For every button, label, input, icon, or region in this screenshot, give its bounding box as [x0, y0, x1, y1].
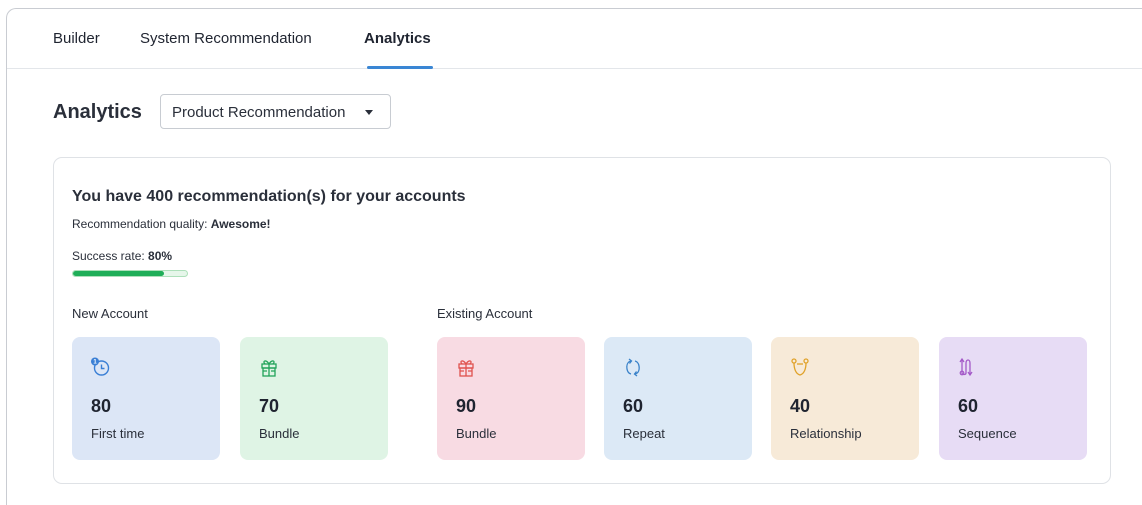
card-value: 60 — [958, 396, 979, 416]
existing-account-label: Existing Account — [437, 306, 533, 321]
card-value: 40 — [790, 396, 811, 416]
card-label: First time — [91, 426, 145, 441]
dropdown-selected-value: Product Recommendation — [172, 104, 346, 121]
recommendation-quality: Recommendation quality: Awesome! — [72, 217, 271, 231]
active-tab-indicator — [367, 66, 433, 69]
success-rate-value: 80% — [148, 249, 173, 263]
recommendation-summary-panel: You have 400 recommendation(s) for your … — [53, 157, 1111, 484]
tab-bar: Builder System Recommendation Analytics — [7, 9, 1142, 69]
clock-first-icon: 1 — [91, 357, 110, 376]
card-existing-bundle[interactable]: 90 Bundle — [437, 337, 585, 460]
card-existing-relationship[interactable]: 40 Relationship — [771, 337, 919, 460]
new-account-label: New Account — [72, 306, 148, 321]
card-label: Bundle — [259, 426, 300, 441]
tab-builder[interactable]: Builder — [53, 30, 100, 47]
analytics-window: Builder System Recommendation Analytics … — [6, 8, 1142, 505]
success-rate-progress-fill — [73, 271, 165, 276]
card-existing-sequence[interactable]: 60 Sequence — [939, 337, 1087, 460]
caret-down-icon — [365, 110, 373, 115]
success-rate: Success rate: 80% — [72, 249, 172, 263]
card-value: 90 — [456, 396, 477, 416]
quality-label: Recommendation quality: — [72, 217, 208, 231]
card-existing-repeat[interactable]: 60 Repeat — [604, 337, 752, 460]
card-label: Relationship — [790, 426, 862, 441]
page-title: Analytics — [53, 101, 142, 123]
card-value: 70 — [259, 396, 280, 416]
gift-icon — [261, 360, 277, 377]
success-rate-label: Success rate: — [72, 249, 145, 263]
card-value: 60 — [623, 396, 644, 416]
card-label: Repeat — [623, 426, 665, 441]
card-value: 80 — [91, 396, 112, 416]
tab-system-recommendation[interactable]: System Recommendation — [140, 30, 312, 47]
card-label: Bundle — [456, 426, 497, 441]
success-rate-progress-bar — [72, 270, 188, 277]
card-new-bundle[interactable]: 70 Bundle — [240, 337, 388, 460]
quality-value: Awesome! — [210, 217, 271, 231]
gift-icon — [458, 360, 474, 377]
recommendation-type-dropdown[interactable]: Product Recommendation — [160, 94, 391, 129]
summary-headline: You have 400 recommendation(s) for your … — [72, 188, 466, 205]
card-new-first-time[interactable]: 1 80 First time — [72, 337, 220, 460]
repeat-icon — [626, 358, 640, 377]
sequence-icon — [959, 357, 973, 377]
tab-analytics[interactable]: Analytics — [364, 30, 431, 47]
relationship-icon — [791, 358, 809, 376]
card-label: Sequence — [958, 426, 1017, 441]
